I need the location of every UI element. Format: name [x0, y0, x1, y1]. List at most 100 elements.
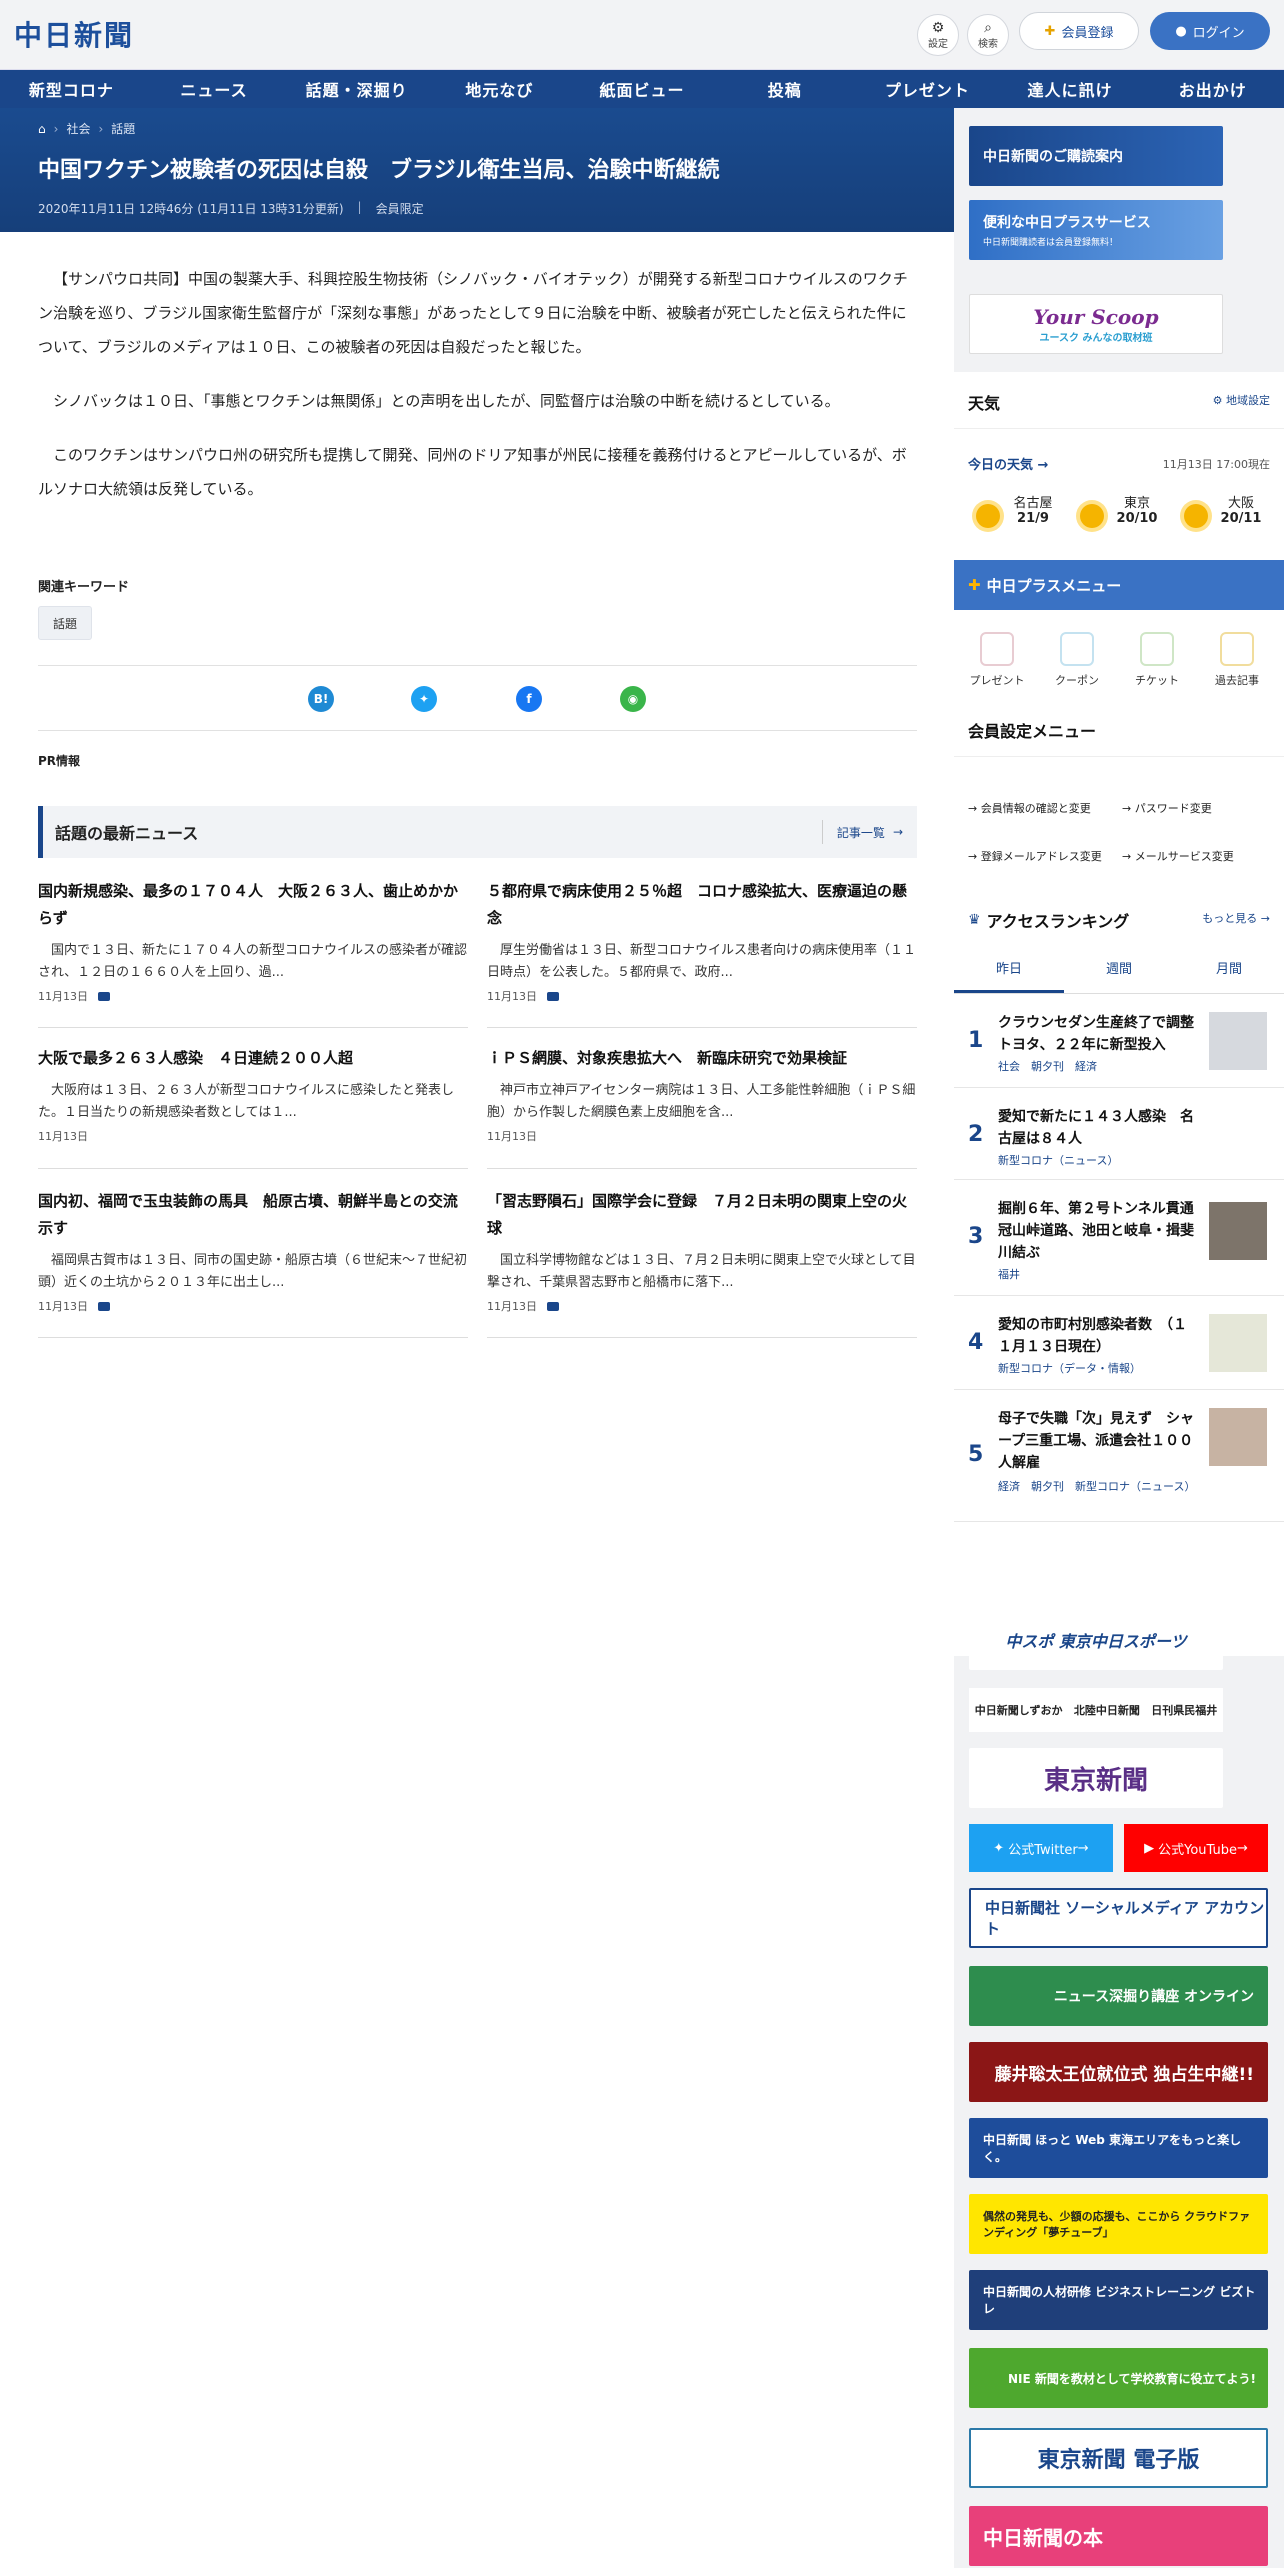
ad-chunichi-books[interactable]: 中日新聞の本 — [969, 2506, 1268, 2566]
plus-menu-archive[interactable]: 過去記事 — [1202, 632, 1272, 688]
keyword-heading: 関連キーワード — [38, 580, 130, 595]
settings-button[interactable]: ⚙ 設定 — [917, 14, 959, 56]
sidebar: 中日新聞のご購読案内 便利な中日プラスサービス 中日新聞購読者は会員登録無料！ … — [954, 108, 1284, 2568]
news-item[interactable]: 「習志野隕石」国際学会に登録 ７月２日未明の関東上空の火球 国立科学博物館などは… — [487, 1188, 917, 1338]
article-header: ⌂ › 社会 › 話題 中国ワクチン被験者の死因は自殺 ブラジル衛生当局、治験中… — [0, 108, 954, 232]
weather-setting-link[interactable]: ⚙ 地域設定 — [1213, 392, 1270, 408]
shizuoka-link[interactable]: 中日新聞しずおか — [975, 1702, 1063, 1718]
social-accounts-banner[interactable]: 中日新聞社 ソーシャルメディア アカウント — [969, 1888, 1268, 1948]
breadcrumb: ⌂ › 社会 › 話題 — [38, 120, 135, 137]
your-scoop-banner[interactable]: Your Scoop ユースク みんなの取材班 — [969, 294, 1223, 354]
mail-service-link[interactable]: → メールサービス変更 — [1122, 848, 1272, 864]
article-body: 【サンパウロ共同】中国の製薬大手、科興控股生物技術（シノバック・バイオテック）が… — [38, 262, 918, 526]
member-info-link[interactable]: → 会員情報の確認と変更 — [968, 800, 1118, 816]
nav-item-local[interactable]: 地元なび — [428, 77, 571, 101]
nav-item-expert[interactable]: 達人に訊け — [999, 77, 1142, 101]
nav-item-covid[interactable]: 新型コロナ — [0, 77, 143, 101]
ranking-item[interactable]: 1 クラウンセダン生産終了で調整 トヨタ、２２年に新型投入 社会 朝夕刊 経済 — [954, 994, 1284, 1088]
tab-weekly[interactable]: 週間 — [1064, 946, 1174, 993]
youtube-button[interactable]: ▶ 公式YouTube → — [1124, 1824, 1268, 1872]
camera-icon — [547, 1301, 559, 1311]
search-icon: ⌕ — [984, 19, 992, 36]
plus-menu-present[interactable]: プレゼント — [962, 632, 1032, 688]
article-paragraph: このワクチンはサンパウロ州の研究所も提携して開発、同州のドリア知事が州民に接種を… — [38, 446, 907, 498]
twitter-icon[interactable]: ✦ — [411, 686, 437, 712]
ticket-icon — [1140, 632, 1174, 666]
gear-icon: ⚙ — [1212, 394, 1223, 407]
chuspo-banner[interactable]: 中スポ 東京中日スポーツ — [969, 1610, 1223, 1670]
tab-yesterday[interactable]: 昨日 — [954, 946, 1064, 993]
ranking-more-link[interactable]: もっと見る → — [1202, 910, 1270, 926]
arrow-right-icon: → — [892, 825, 903, 839]
today-weather-link[interactable]: 今日の天気 → — [968, 454, 1048, 473]
facebook-icon[interactable]: f — [516, 686, 542, 712]
plus-menu-header: ✚ 中日プラスメニュー — [954, 560, 1284, 610]
pr-heading: PR情報 — [38, 754, 81, 768]
nav-item-topics[interactable]: 話題・深掘り — [285, 77, 428, 101]
ad-biztore[interactable]: 中日新聞の人材研修 ビジネストレーニング ビズトレ — [969, 2270, 1268, 2330]
ranking-item[interactable]: 3 掘削６年、第２号トンネル貫通 冠山峠道路、池田と岐阜・揖斐川結ぶ 福井 — [954, 1180, 1284, 1296]
breadcrumb-topics[interactable]: 話題 — [111, 120, 135, 137]
plus-menu-ticket[interactable]: チケット — [1122, 632, 1192, 688]
camera-icon — [98, 991, 110, 1001]
arrow-right-icon: → — [1037, 458, 1049, 473]
news-item[interactable]: ｉＰＳ網膜、対象疾患拡大へ 新臨床研究で効果検証 神戸市立神戸アイセンター病院は… — [487, 1045, 917, 1169]
ad-tokyo-digital[interactable]: 東京新聞 電子版 — [969, 2428, 1268, 2488]
ad-crowdfunding[interactable]: 偶然の発見も、少額の応援も、ここから クラウドファンディング「夢チューブ」 — [969, 2194, 1268, 2254]
article-paragraph: 【サンパウロ共同】中国の製薬大手、科興控股生物技術（シノバック・バイオテック）が… — [38, 270, 908, 356]
nav-item-post[interactable]: 投稿 — [713, 77, 856, 101]
site-logo[interactable]: 中日新聞 — [14, 14, 134, 54]
news-item[interactable]: ５都府県で病床使用２５％超 コロナ感染拡大、医療逼迫の懸念 厚生労働省は１３日、… — [487, 878, 917, 1028]
tab-monthly[interactable]: 月間 — [1174, 946, 1284, 993]
ranking-item[interactable]: 2 愛知で新たに１４３人感染 名古屋は８４人 新型コロナ（ニュース） — [954, 1088, 1284, 1180]
member-register-button[interactable]: ✚ 会員登録 — [1019, 12, 1139, 50]
article-list-link[interactable]: 記事一覧 → — [821, 820, 903, 844]
twitter-button[interactable]: ✦ 公式Twitter → — [969, 1824, 1113, 1872]
hokuriku-link[interactable]: 北陸中日新聞 — [1074, 1702, 1140, 1718]
twitter-icon: ✦ — [993, 1840, 1005, 1856]
ranking-thumbnail — [1209, 1314, 1267, 1372]
home-icon[interactable]: ⌂ — [38, 122, 46, 136]
ad-deep-dive[interactable]: ニュース深掘り講座 オンライン — [969, 1966, 1268, 2026]
tokyo-shimbun-banner[interactable]: 東京新聞 — [969, 1748, 1223, 1808]
keyword-tag[interactable]: 話題 — [38, 606, 93, 640]
camera-icon — [547, 991, 559, 1001]
search-button[interactable]: ⌕ 検索 — [967, 14, 1009, 56]
ranking-item[interactable]: 4 愛知の市町村別感染者数 （１１月１３日現在） 新型コロナ（データ・情報） — [954, 1296, 1284, 1390]
line-icon[interactable]: ◉ — [620, 686, 646, 712]
chevron-right-icon: › — [98, 121, 104, 136]
breadcrumb-society[interactable]: 社会 — [66, 120, 90, 137]
plus-menu-coupon[interactable]: クーポン — [1042, 632, 1112, 688]
ad-hotweb[interactable]: 中日新聞 ほっと Web 東海エリアをもっと楽しく。 — [969, 2118, 1268, 2178]
news-item[interactable]: 大阪で最多２６３人感染 ４日連続２００人超 大阪府は１３日、２６３人が新型コロナ… — [38, 1045, 468, 1169]
fukui-link[interactable]: 日刊県民福井 — [1151, 1702, 1217, 1718]
email-change-link[interactable]: → 登録メールアドレス変更 — [968, 848, 1118, 866]
nav-item-paper-view[interactable]: 紙面ビュー — [571, 77, 714, 101]
plus-icon: ✚ — [968, 576, 981, 594]
plus-menu: プレゼント クーポン チケット 過去記事 — [954, 610, 1284, 700]
article-date: 2020年11月11日 12時46分 (11月11日 13時31分更新) — [38, 202, 344, 216]
hatena-bookmark-icon[interactable]: B! — [308, 686, 334, 712]
archive-icon — [1220, 632, 1254, 666]
ad-fujii[interactable]: 藤井聡太王位就位式 独占生中継!! — [969, 2042, 1268, 2102]
ranking-tabs: 昨日 週間 月間 — [954, 946, 1284, 994]
news-item[interactable]: 国内新規感染、最多の１７０４人 大阪２６３人、歯止めかからず 国内で１３日、新た… — [38, 878, 468, 1028]
ranking-item[interactable]: 5 母子で失職「次」見えず シャープ三重工場、派遣会社１００人解雇 経済 朝夕刊… — [954, 1390, 1284, 1522]
nav-item-present[interactable]: プレゼント — [856, 77, 999, 101]
nav-item-news[interactable]: ニュース — [143, 77, 286, 101]
ad-nie[interactable]: NIE 新聞を教材として学校教育に役立てよう! — [969, 2348, 1268, 2408]
login-button[interactable]: ● ログイン — [1150, 12, 1270, 50]
chunichi-plus-banner[interactable]: 便利な中日プラスサービス 中日新聞購読者は会員登録無料！ — [969, 200, 1223, 260]
nav-item-outing[interactable]: お出かけ — [1141, 77, 1284, 101]
sun-icon — [1184, 504, 1208, 528]
password-change-link[interactable]: → パスワード変更 — [1122, 800, 1272, 816]
ranking-thumbnail — [1209, 1202, 1267, 1260]
regional-papers: 中日新聞しずおか 北陸中日新聞 日刊県民福井 — [969, 1688, 1223, 1732]
weather-osaka: 大阪 20/11 — [1176, 492, 1266, 528]
news-item[interactable]: 国内初、福岡で玉虫装飾の馬具 船原古墳、朝鮮半島との交流示す 福岡県古賀市は１３… — [38, 1188, 468, 1338]
members-only-badge: 会員限定 — [375, 202, 424, 216]
subscription-banner[interactable]: 中日新聞のご購読案内 — [969, 126, 1223, 186]
sun-icon — [1080, 504, 1104, 528]
sun-icon — [976, 504, 1000, 528]
ranking-thumbnail — [1209, 1408, 1267, 1466]
